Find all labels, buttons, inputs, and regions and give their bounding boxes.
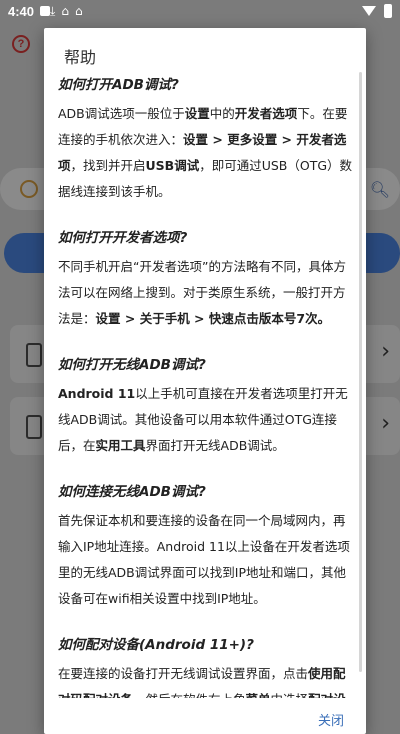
phone-icon <box>26 343 42 367</box>
help-question: 如何配对设备(Android 11+)? <box>58 637 254 653</box>
answer-emphasis: 开发者选项 <box>234 106 298 121</box>
answer-text: 界面打开无线ADB调试。 <box>145 438 285 453</box>
answer-text: ，然后在软件右上角 <box>133 692 246 698</box>
answer-emphasis: 设置 > 关于手机 > 快速点击版本号7次。 <box>95 311 331 326</box>
dialog-body[interactable]: 如何打开ADB调试? ADB调试选项一般位于设置中的开发者选项下。在要连接的手机依… <box>58 73 356 698</box>
answer-text: 在要连接的设备打开无线调试设置界面，点击 <box>58 666 309 681</box>
dialog-title: 帮助 <box>64 48 97 67</box>
scrollbar[interactable] <box>359 72 362 672</box>
help-question: 如何打开无线ADB调试? <box>58 357 206 373</box>
help-question: 如何连接无线ADB调试? <box>58 484 206 500</box>
help-icon[interactable]: ? <box>12 35 30 53</box>
close-button[interactable]: 关闭 <box>318 710 344 729</box>
help-section: 如何配对设备(Android 11+)? 在要连接的设备打开无线调试设置界面，点击… <box>58 635 356 698</box>
answer-text: 中的 <box>209 106 235 121</box>
app-notification-icon-2: ⌂ <box>74 4 83 18</box>
chevron-right-icon: › <box>381 411 390 436</box>
help-section: 如何连接无线ADB调试? 首先保证本机和要连接的设备在同一个局域网内，再输入IP地… <box>58 482 356 612</box>
answer-emphasis: USB调试 <box>145 158 200 173</box>
answer-emphasis: 设置 <box>184 106 210 121</box>
download-icon: ⤓ <box>50 3 56 18</box>
answer-text: 中选择 <box>271 692 309 698</box>
status-bar: 4:40 ⤓ ⌂ ⌂ <box>0 0 400 22</box>
help-answer: Android 11以上手机可直接在开发者选项里打开无线ADB调试。其他设备可以… <box>58 381 356 459</box>
phone-icon <box>26 415 42 439</box>
help-answer: 首先保证本机和要连接的设备在同一个局域网内，再输入IP地址连接。Android … <box>58 508 356 612</box>
answer-text: ADB调试选项一般位于 <box>58 106 185 121</box>
help-question: 如何打开开发者选项? <box>58 230 188 246</box>
help-section: 如何打开无线ADB调试? Android 11以上手机可直接在开发者选项里打开无线… <box>58 355 356 459</box>
notification-icon <box>40 6 51 16</box>
help-answer: ADB调试选项一般位于设置中的开发者选项下。在要连接的手机依次进入：设置 > 更… <box>58 101 356 205</box>
help-answer: 不同手机开启“开发者选项”的方法略有不同，具体方法可以在网络上搜到。对于类原生系… <box>58 254 356 332</box>
status-time: 4:40 <box>8 3 35 19</box>
chevron-right-icon: › <box>381 339 390 364</box>
answer-text: ，找到并开启 <box>70 158 146 173</box>
help-question: 如何打开ADB调试? <box>58 77 179 93</box>
answer-emphasis: 菜单 <box>246 692 271 698</box>
help-answer: 在要连接的设备打开无线调试设置界面，点击使用配对码配对设备，然后在软件右上角菜单… <box>58 661 356 698</box>
help-section: 如何打开开发者选项? 不同手机开启“开发者选项”的方法略有不同，具体方法可以在网络… <box>58 228 356 332</box>
battery-icon <box>384 4 392 18</box>
help-section: 如何打开ADB调试? ADB调试选项一般位于设置中的开发者选项下。在要连接的手机依… <box>58 75 356 205</box>
help-dialog: 帮助 如何打开ADB调试? ADB调试选项一般位于设置中的开发者选项下。在要连接的… <box>44 28 366 734</box>
answer-emphasis: Android 11 <box>58 386 136 401</box>
history-icon[interactable] <box>20 180 38 198</box>
wifi-icon <box>362 6 376 16</box>
answer-text: 首先保证本机和要连接的设备在同一个局域网内，再输入IP地址连接。Android … <box>58 513 350 606</box>
app-notification-icon: ⌂ <box>61 4 69 18</box>
answer-emphasis: 实用工具 <box>95 438 146 453</box>
search-icon[interactable]: 🔍︎ <box>370 180 390 199</box>
